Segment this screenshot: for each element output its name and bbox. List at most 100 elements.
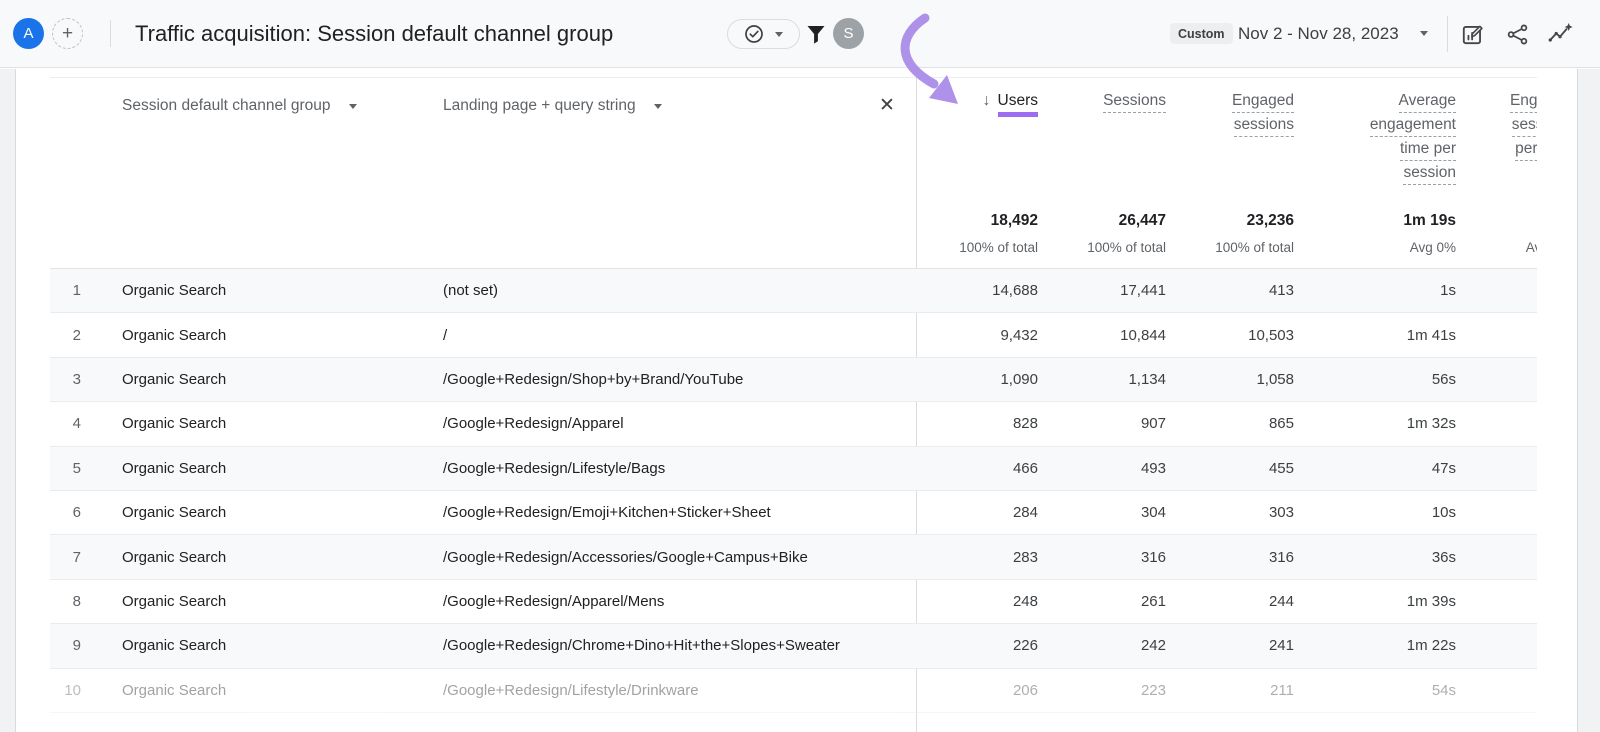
cell-avg-engagement-time: 1m 41s: [1294, 327, 1456, 344]
total-engaged-per-user-share: Avg 0%: [1456, 236, 1537, 263]
check-circle-icon: [744, 24, 764, 44]
cell-users: 9,432: [917, 327, 1038, 344]
filter-icon: [806, 24, 826, 46]
plus-icon: +: [62, 23, 73, 45]
table-row: 8 Organic Search /Google+Redesign/Appare…: [50, 580, 1537, 624]
cell-landing-page: /Google+Redesign/Lifestyle/Bags: [402, 460, 917, 477]
total-sessions: 26,447: [1038, 205, 1166, 236]
customize-report-button[interactable]: [1459, 20, 1487, 48]
total-users: 18,492: [917, 205, 1038, 236]
cell-users: 248: [917, 593, 1038, 610]
cell-users: 828: [917, 415, 1038, 432]
column-header-users[interactable]: ↓ Users: [917, 92, 1038, 188]
column-header-engaged-sessions-per-user[interactable]: Engaged sessions per user: [1456, 92, 1537, 188]
cell-avg-engagement-time: 47s: [1294, 460, 1456, 477]
row-index: 4: [50, 415, 81, 432]
cell-channel-group: Organic Search: [122, 593, 402, 610]
cell-engaged-sessions: 303: [1166, 504, 1294, 521]
top-app-bar: A + Traffic acquisition: Session default…: [0, 0, 1600, 68]
dimension-select-channel-group[interactable]: Session default channel group: [122, 97, 357, 115]
row-index: 3: [50, 371, 81, 388]
dimension-select-landing-page[interactable]: Landing page + query string: [443, 97, 662, 115]
card-top-border: [50, 77, 1537, 78]
cell-landing-page: /Google+Redesign/Lifestyle/Drinkware: [402, 682, 917, 699]
table-row: 5 Organic Search /Google+Redesign/Lifest…: [50, 447, 1537, 491]
ga4-report-screen: A + Traffic acquisition: Session default…: [0, 0, 1600, 732]
cell-sessions: 907: [1038, 415, 1166, 432]
collaborator-avatar[interactable]: S: [833, 18, 864, 49]
cell-avg-engagement-time: 36s: [1294, 549, 1456, 566]
cell-channel-group: Organic Search: [122, 460, 402, 477]
cell-users: 283: [917, 549, 1038, 566]
row-index: 2: [50, 327, 81, 344]
share-button[interactable]: [1503, 20, 1531, 48]
table-row: 10 Organic Search /Google+Redesign/Lifes…: [50, 669, 1537, 713]
column-header-avg-engagement-time[interactable]: Average engagement time per session: [1294, 92, 1456, 188]
chevron-down-icon: [349, 104, 357, 109]
cell-sessions: 17,441: [1038, 282, 1166, 299]
cell-sessions: 316: [1038, 549, 1166, 566]
cell-landing-page: /Google+Redesign/Accessories/Google+Camp…: [402, 549, 917, 566]
table-row: 2 Organic Search / 9,432 10,844 10,503 1…: [50, 313, 1537, 357]
insights-button[interactable]: [1546, 20, 1574, 48]
cell-sessions: 261: [1038, 593, 1166, 610]
cell-engaged-sessions: 244: [1166, 593, 1294, 610]
date-range-selector[interactable]: Nov 2 - Nov 28, 2023: [1238, 23, 1399, 45]
row-index: 6: [50, 504, 81, 521]
table-row: 1 Organic Search (not set) 14,688 17,441…: [50, 269, 1537, 313]
cell-sessions: 242: [1038, 637, 1166, 654]
cell-engaged-sessions: 211: [1166, 682, 1294, 699]
cell-landing-page: /Google+Redesign/Emoji+Kitchen+Sticker+S…: [402, 504, 917, 521]
column-header-sessions[interactable]: Sessions: [1038, 92, 1166, 188]
total-engaged-sessions-share: 100% of total: [1166, 236, 1294, 263]
edit-chart-icon: [1460, 21, 1486, 47]
row-index: 10: [50, 682, 81, 699]
cell-engaged-sessions: 10,503: [1166, 327, 1294, 344]
cell-landing-page: /Google+Redesign/Apparel: [402, 415, 917, 432]
add-comparison-button[interactable]: +: [52, 18, 83, 49]
cell-channel-group: Organic Search: [122, 371, 402, 388]
cell-avg-engagement-time: 1m 22s: [1294, 637, 1456, 654]
share-icon: [1505, 22, 1530, 47]
dimension-label: Session default channel group: [122, 97, 331, 115]
cell-engaged-sessions: 865: [1166, 415, 1294, 432]
cell-users: 14,688: [917, 282, 1038, 299]
table-row: 7 Organic Search /Google+Redesign/Access…: [50, 535, 1537, 579]
account-avatar[interactable]: A: [13, 18, 44, 49]
cell-channel-group: Organic Search: [122, 682, 402, 699]
metric-headers-clip: ↓ Users Sessions Engaged sessions Averag…: [917, 92, 1537, 188]
cell-engaged-sessions: 241: [1166, 637, 1294, 654]
row-index: 7: [50, 549, 81, 566]
cell-channel-group: Organic Search: [122, 637, 402, 654]
date-chevron-down-icon[interactable]: [1420, 31, 1428, 36]
column-header-engaged-sessions[interactable]: Engaged sessions: [1166, 92, 1294, 188]
cell-engaged-sessions: 413: [1166, 282, 1294, 299]
report-status-button[interactable]: [727, 19, 800, 49]
cell-users: 226: [917, 637, 1038, 654]
cell-sessions: 10,844: [1038, 327, 1166, 344]
cell-engaged-sessions: 455: [1166, 460, 1294, 477]
cell-sessions: 304: [1038, 504, 1166, 521]
left-gutter: [0, 69, 16, 732]
cell-users: 1,090: [917, 371, 1038, 388]
row-index: 9: [50, 637, 81, 654]
cell-landing-page: /: [402, 327, 917, 344]
chevron-down-icon: [654, 104, 662, 109]
total-users-share: 100% of total: [917, 236, 1038, 263]
cell-avg-engagement-time: 1s: [1294, 282, 1456, 299]
cell-users: 206: [917, 682, 1038, 699]
cell-landing-page: /Google+Redesign/Chrome+Dino+Hit+the+Slo…: [402, 637, 917, 654]
cell-sessions: 1,134: [1038, 371, 1166, 388]
filter-button[interactable]: [806, 24, 826, 46]
table-row: 4 Organic Search /Google+Redesign/Appare…: [50, 402, 1537, 446]
total-avg-engagement-time: 1m 19s: [1294, 205, 1456, 236]
right-gutter: [1577, 69, 1600, 732]
remove-dimension-button[interactable]: ✕: [879, 94, 895, 117]
row-index: 8: [50, 593, 81, 610]
cell-landing-page: /Google+Redesign/Shop+by+Brand/YouTube: [402, 371, 917, 388]
cell-channel-group: Organic Search: [122, 282, 402, 299]
cell-landing-page: (not set): [402, 282, 917, 299]
cell-sessions: 493: [1038, 460, 1166, 477]
header-divider: [110, 20, 111, 47]
close-icon: ✕: [879, 95, 895, 116]
